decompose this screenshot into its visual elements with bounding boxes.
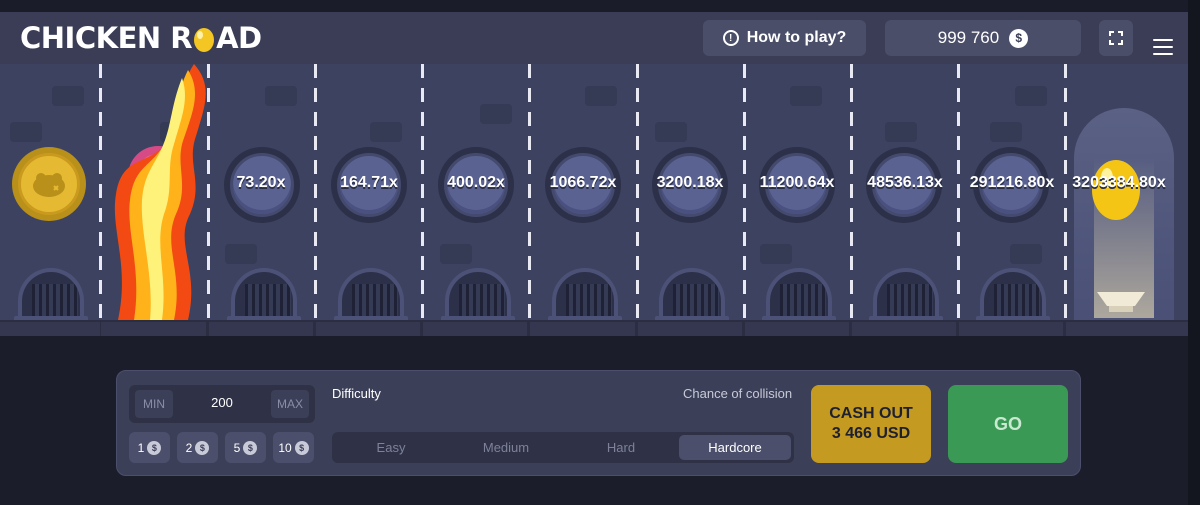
control-panel: MIN 200 MAX 1 $ 2 $ 5 $ 10 $ Difficulty Chan… — [116, 370, 1081, 476]
multiplier-label: 3200.18x — [656, 174, 724, 191]
floor — [0, 320, 1188, 336]
cash-out-label: CASH OUT — [829, 405, 913, 422]
bet-amount-input[interactable]: 200 — [179, 395, 265, 410]
multiplier-label: 48536.13x — [867, 174, 943, 191]
sewer-grate — [14, 268, 88, 322]
sewer-grate — [762, 268, 836, 322]
dollar-coin-icon: $ — [243, 440, 258, 455]
multiplier-label: 164.71x — [340, 174, 398, 191]
difficulty-selector: Easy Medium Hard Hardcore — [332, 432, 794, 463]
difficulty-label: Difficulty — [332, 386, 381, 401]
dollar-coin-icon: $ — [294, 440, 309, 455]
difficulty-hardcore[interactable]: Hardcore — [679, 435, 791, 460]
dollar-coin-icon: $ — [147, 440, 162, 455]
final-multiplier-label: 3203384.80x — [1072, 174, 1166, 191]
difficulty-easy[interactable]: Easy — [335, 435, 447, 460]
difficulty-medium[interactable]: Medium — [450, 435, 562, 460]
difficulty-hard[interactable]: Hard — [565, 435, 677, 460]
pedestal-icon — [1097, 292, 1145, 312]
dollar-coin-icon: $ — [1009, 28, 1029, 48]
chance-of-collision-label: Chance of collision — [683, 386, 793, 401]
info-icon: ! — [722, 30, 739, 46]
fire-hazard-icon — [114, 64, 206, 320]
sewer-grate — [441, 268, 515, 322]
fullscreen-icon — [1109, 31, 1123, 45]
chip-button-1[interactable]: 1 $ — [129, 432, 170, 463]
dollar-coin-icon: $ — [195, 440, 210, 455]
multiplier-label: 1066.72x — [549, 174, 617, 191]
cash-out-button[interactable]: CASH OUT 3 466 USD — [811, 385, 931, 463]
cash-out-amount: 3 466 USD — [831, 425, 911, 442]
multiplier-label: 400.02x — [447, 174, 505, 191]
sewer-grate — [548, 268, 622, 322]
chip-button-2[interactable]: 2 $ — [177, 432, 218, 463]
bet-min-button[interactable]: MIN — [135, 390, 173, 418]
chip-button-5[interactable]: 5 $ — [225, 432, 266, 463]
sewer-grate — [655, 268, 729, 322]
bet-amount-field: MIN 200 MAX — [129, 385, 315, 423]
multiplier-label: 291216.80x — [969, 174, 1055, 191]
hamburger-menu-icon[interactable] — [1153, 39, 1173, 59]
sewer-grate — [227, 268, 301, 322]
start-chicken-coin-icon — [12, 147, 86, 221]
how-to-play-button[interactable]: ! How to play? — [703, 20, 866, 56]
top-strip — [0, 0, 1200, 505]
bet-max-button[interactable]: MAX — [271, 390, 309, 418]
multiplier-label: 73.20x — [236, 174, 286, 191]
sewer-grate — [976, 268, 1050, 322]
balance-display: 999 760 $ — [885, 20, 1081, 56]
balance-value: 999 760 — [937, 28, 1000, 47]
sewer-grate — [334, 268, 408, 322]
logo: CHICKEN R AD — [20, 21, 262, 55]
go-button[interactable]: GO — [948, 385, 1068, 463]
fullscreen-button[interactable] — [1099, 20, 1133, 56]
chip-button-10[interactable]: 10 $ — [273, 432, 314, 463]
golden-egg-logo-icon — [194, 28, 215, 52]
multiplier-label: 11200.64x — [759, 174, 835, 191]
how-to-play-label: How to play? — [746, 29, 847, 46]
header: CHICKEN R AD ! How to play? 999 760 $ — [0, 12, 1188, 64]
sewer-grate — [869, 268, 943, 322]
